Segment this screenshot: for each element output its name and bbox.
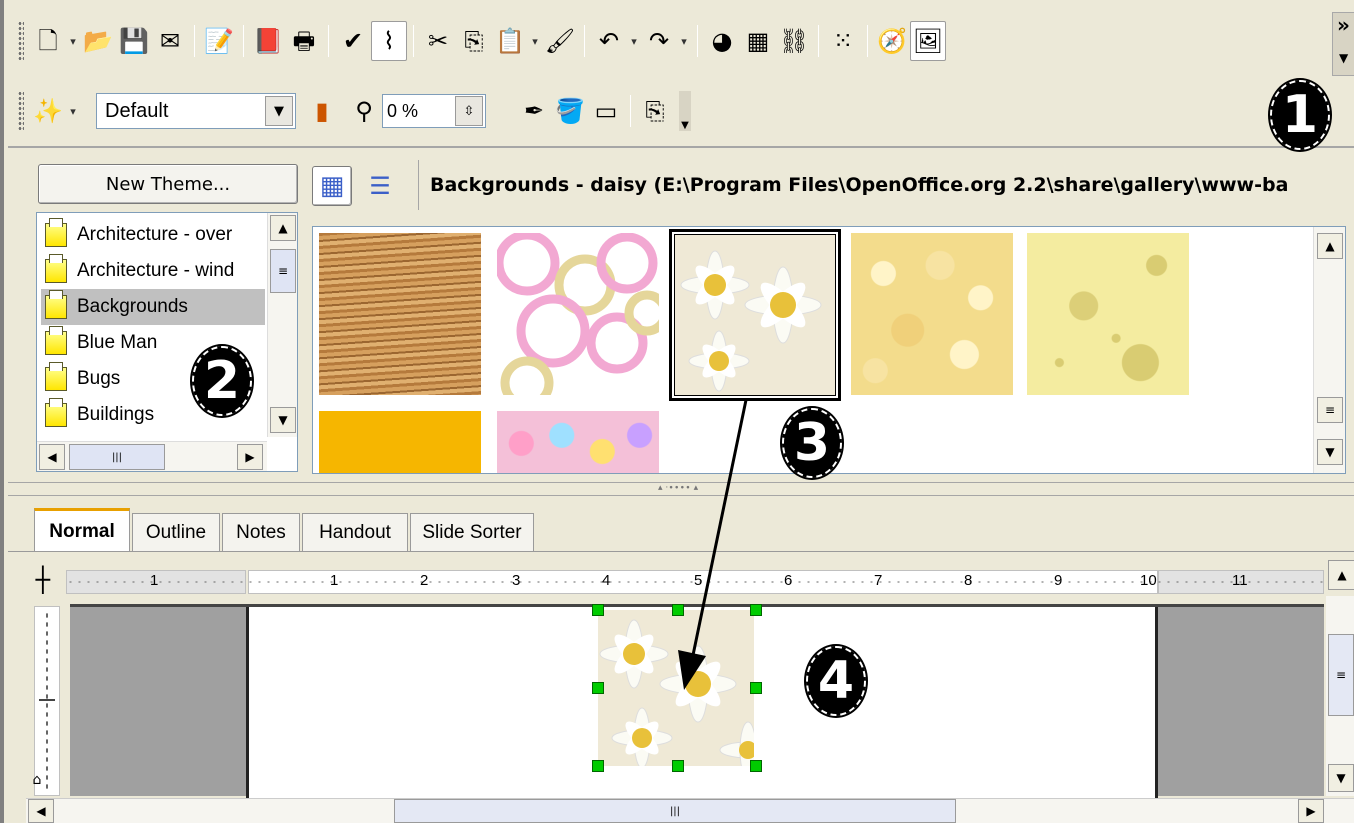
slide-hscrollbar[interactable]: ◀ ||| ▶ [26, 798, 1354, 823]
callout-1: 1 [1268, 78, 1332, 152]
arrow-head [678, 650, 706, 690]
impress-window: 🗋 ▾ 📂 💾 ✉ 📝 📕 🖶 ✔ ⌇ ✂ ⎘ 📋 ▾ 🖌 ↶ ▾ ↷ ▾ ◕ ▦ ⛓ ⁙ 🧭 🖼 » ▼ ✨ ▾ Default… [0, 0, 1354, 823]
slide-vscrollbar[interactable]: ≡ ▼ [1326, 596, 1354, 796]
callout-2: 2 [190, 344, 254, 418]
chevron-left-icon[interactable]: ◀ [28, 799, 54, 823]
scroll-thumb[interactable]: ||| [394, 799, 956, 823]
chevron-down-icon[interactable]: ▼ [1328, 764, 1354, 792]
callout-4: 4 [804, 644, 868, 718]
callout-3: 3 [780, 406, 844, 480]
layer-tab-icon[interactable]: ⌂ [26, 772, 48, 798]
scroll-thumb[interactable]: ≡ [1328, 634, 1354, 716]
chevron-right-icon[interactable]: ▶ [1298, 799, 1324, 823]
